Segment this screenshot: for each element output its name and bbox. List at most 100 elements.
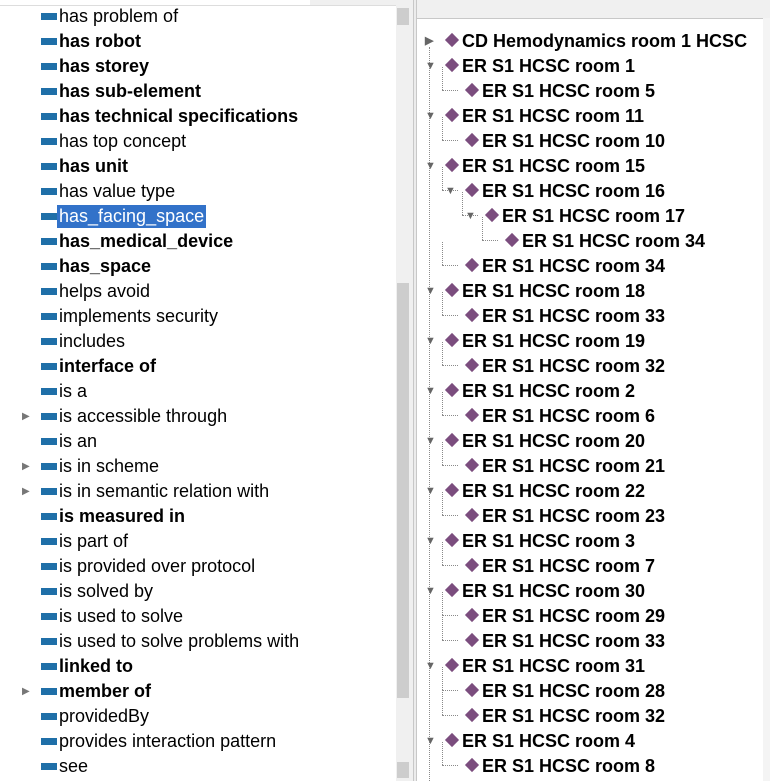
- property-row[interactable]: has value type: [0, 179, 395, 204]
- right-vertical-scrollbar[interactable]: [763, 18, 770, 781]
- property-row[interactable]: interface of: [0, 354, 395, 379]
- property-row[interactable]: helps avoid: [0, 279, 395, 304]
- property-row[interactable]: has_medical_device: [0, 229, 395, 254]
- property-row[interactable]: is an: [0, 429, 395, 454]
- property-label: has_medical_device: [59, 231, 234, 251]
- individual-diamond-icon: [464, 307, 480, 323]
- property-row[interactable]: has robot: [0, 29, 395, 54]
- triangle-down-icon[interactable]: ▼: [425, 479, 437, 504]
- triangle-down-icon[interactable]: ▼: [425, 154, 437, 179]
- property-label: is an: [59, 431, 98, 451]
- triangle-down-icon[interactable]: ▼: [425, 729, 437, 754]
- triangle-down-icon[interactable]: ▼: [465, 204, 477, 229]
- scroll-up-button[interactable]: [397, 8, 409, 25]
- property-row[interactable]: ▶ is accessible through: [0, 404, 395, 429]
- object-property-icon: [41, 488, 57, 495]
- triangle-down-icon[interactable]: ▼: [425, 379, 437, 404]
- tree-connector: [442, 392, 443, 415]
- object-property-icon: [41, 38, 57, 45]
- individual-diamond-icon: [464, 607, 480, 623]
- property-label: providedBy: [59, 706, 150, 726]
- triangle-down-icon[interactable]: ▼: [425, 279, 437, 304]
- scroll-down-button[interactable]: [397, 762, 409, 778]
- object-property-icon: [41, 163, 57, 170]
- property-row[interactable]: is used to solve problems with: [0, 629, 395, 654]
- triangle-down-icon[interactable]: ▼: [425, 429, 437, 454]
- triangle-down-icon[interactable]: ▼: [425, 54, 437, 79]
- property-row[interactable]: has top concept: [0, 129, 395, 154]
- property-row[interactable]: providedBy: [0, 704, 395, 729]
- individual-diamond-icon: [464, 357, 480, 373]
- individual-diamond-icon: [444, 107, 460, 123]
- property-row[interactable]: ▶ is in scheme: [0, 454, 395, 479]
- tree-connector: [442, 765, 458, 766]
- property-label: has value type: [59, 181, 176, 201]
- individual-label: ER S1 HCSC room 29: [482, 606, 666, 626]
- property-row[interactable]: is solved by: [0, 579, 395, 604]
- property-row[interactable]: includes: [0, 329, 395, 354]
- property-row[interactable]: ▶ is in semantic relation with: [0, 479, 395, 504]
- property-row[interactable]: linked to: [0, 654, 395, 679]
- tree-connector: [442, 667, 443, 690]
- triangle-down-icon[interactable]: ▼: [425, 529, 437, 554]
- individual-label: ER S1 HCSC room 33: [482, 631, 666, 651]
- tree-connector: [462, 192, 463, 215]
- object-property-icon: [41, 463, 57, 470]
- property-label: is in scheme: [59, 456, 160, 476]
- individual-diamond-icon: [444, 57, 460, 73]
- object-property-icon: [41, 238, 57, 245]
- object-property-icon: [41, 113, 57, 120]
- object-property-icon: [41, 338, 57, 345]
- scrollbar-thumb[interactable]: [397, 283, 409, 698]
- expand-triangle-icon[interactable]: ▶: [22, 454, 32, 479]
- individual-diamond-icon: [444, 657, 460, 673]
- object-property-icon: [41, 288, 57, 295]
- triangle-down-icon[interactable]: ▼: [425, 329, 437, 354]
- object-property-icon: [41, 688, 57, 695]
- individual-label: ER S1 HCSC room 3: [462, 531, 636, 551]
- tree-connector: [442, 542, 443, 565]
- object-property-icon: [41, 63, 57, 70]
- individual-diamond-icon: [444, 582, 460, 598]
- property-row[interactable]: has sub-element: [0, 79, 395, 104]
- triangle-down-icon[interactable]: ▼: [425, 104, 437, 129]
- object-property-tree[interactable]: has problem of has robot has storey has sub…: [0, 0, 413, 781]
- triangle-down-icon[interactable]: ▼: [425, 579, 437, 604]
- property-row[interactable]: is provided over protocol: [0, 554, 395, 579]
- property-row[interactable]: has storey: [0, 54, 395, 79]
- individual-diamond-icon: [464, 507, 480, 523]
- triangle-down-icon[interactable]: ▼: [425, 654, 437, 679]
- expand-triangle-icon[interactable]: ▶: [22, 679, 32, 704]
- individual-diamond-icon: [444, 732, 460, 748]
- triangle-right-icon[interactable]: ▶: [425, 29, 437, 54]
- tree-connector: [442, 690, 458, 691]
- property-row[interactable]: has technical specifications: [0, 104, 395, 129]
- individual-diamond-icon: [444, 432, 460, 448]
- tree-connector: [442, 342, 443, 365]
- property-label: see: [59, 756, 89, 776]
- property-row[interactable]: implements security: [0, 304, 395, 329]
- object-property-icon: [41, 513, 57, 520]
- property-row[interactable]: has_space: [0, 254, 395, 279]
- expand-triangle-icon[interactable]: ▶: [22, 479, 32, 504]
- property-row[interactable]: is a: [0, 379, 395, 404]
- property-row[interactable]: is measured in: [0, 504, 395, 529]
- individual-label: ER S1 HCSC room 20: [462, 431, 646, 451]
- left-vertical-scrollbar[interactable]: [396, 0, 413, 781]
- individual-hierarchy-tree[interactable]: ▶ CD Hemodynamics room 1 HCSC ▼ ER S1 HCSC …: [417, 0, 770, 781]
- property-row[interactable]: has problem of: [0, 4, 395, 29]
- expand-triangle-icon[interactable]: ▶: [22, 404, 32, 429]
- object-property-icon: [41, 613, 57, 620]
- individual-label: ER S1 HCSC room 33: [482, 306, 666, 326]
- property-row[interactable]: is used to solve: [0, 604, 395, 629]
- individual-label: ER S1 HCSC room 32: [482, 356, 666, 376]
- individual-diamond-icon: [484, 207, 500, 223]
- property-row[interactable]: see: [0, 754, 395, 779]
- property-row[interactable]: ▶ member of: [0, 679, 395, 704]
- object-property-icon: [41, 213, 57, 220]
- triangle-down-icon[interactable]: ▼: [445, 179, 457, 204]
- property-row[interactable]: has unit: [0, 154, 395, 179]
- property-row[interactable]: provides interaction pattern: [0, 729, 395, 754]
- property-row[interactable]: has_facing_space: [0, 204, 395, 229]
- property-row[interactable]: is part of: [0, 529, 395, 554]
